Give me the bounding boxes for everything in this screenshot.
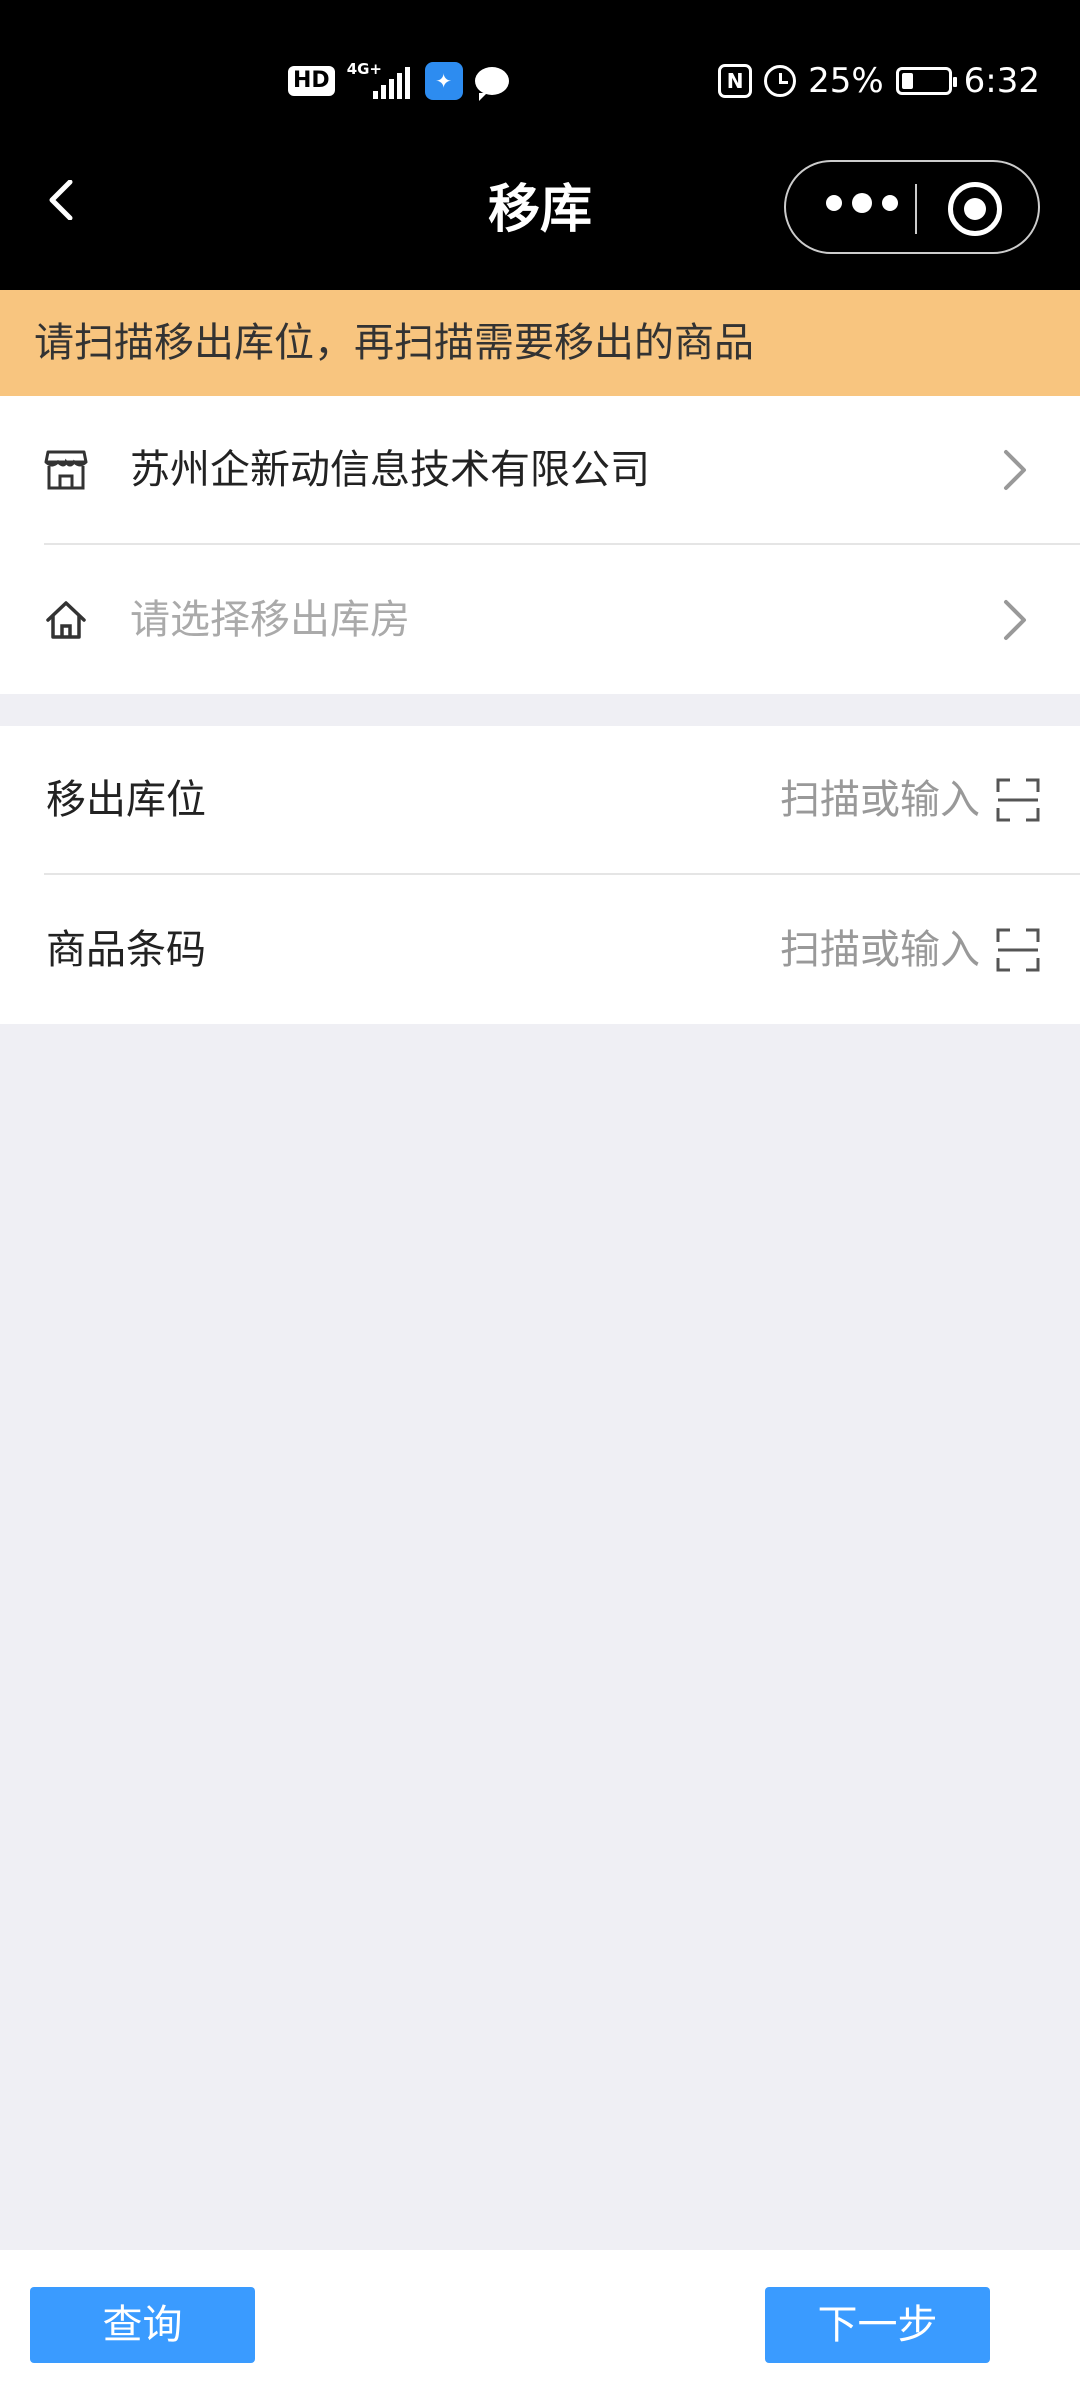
status-left: HD 4G+ ✦ [288, 56, 509, 106]
status-bar: HD 4G+ ✦ N 25% 6:32 [0, 0, 1080, 160]
barcode-label: 商品条码 [46, 927, 206, 973]
battery-percent: 25% [808, 61, 884, 101]
company-name: 苏州企新动信息技术有限公司 [130, 447, 650, 493]
nfc-icon: N [718, 64, 753, 98]
more-icon[interactable] [826, 193, 898, 213]
hd-icon: HD [288, 66, 335, 96]
chat-notification-icon [474, 67, 509, 101]
scan-icon[interactable] [996, 778, 1040, 822]
close-mini-program-icon[interactable] [948, 182, 1002, 236]
notice-banner: 请扫描移出库位，再扫描需要移出的商品 [0, 290, 1080, 396]
scan-fields-card: 移出库位 扫描或输入 商品条码 扫描或输入 [0, 726, 1080, 1024]
query-button[interactable]: 查询 [30, 2287, 255, 2363]
mini-program-capsule [784, 160, 1040, 254]
location-field[interactable]: 移出库位 扫描或输入 [0, 726, 1080, 875]
warehouse-placeholder: 请选择移出库房 [130, 597, 410, 643]
signal-icon: 4G+ [347, 61, 413, 101]
selection-card: 苏州企新动信息技术有限公司 请选择移出库房 [0, 396, 1080, 694]
row-divider [44, 543, 1080, 545]
capsule-divider [915, 184, 917, 234]
alarm-icon [764, 65, 797, 97]
chevron-right-icon [1004, 600, 1026, 640]
location-input[interactable]: 扫描或输入 [780, 726, 980, 874]
store-icon [44, 450, 88, 490]
chevron-right-icon [1004, 450, 1026, 490]
location-label: 移出库位 [46, 777, 206, 823]
company-row[interactable]: 苏州企新动信息技术有限公司 [0, 396, 1080, 545]
row-divider [44, 873, 1080, 875]
home-icon [46, 601, 86, 639]
clock: 6:32 [963, 61, 1040, 101]
warehouse-row[interactable]: 请选择移出库房 [0, 546, 1080, 694]
scan-icon[interactable] [996, 928, 1040, 972]
barcode-field[interactable]: 商品条码 扫描或输入 [0, 876, 1080, 1024]
battery-icon [895, 67, 957, 95]
barcode-input[interactable]: 扫描或输入 [780, 876, 980, 1024]
status-right: N 25% 6:32 [718, 56, 1040, 106]
app-notification-icon: ✦ [424, 62, 463, 100]
next-step-button[interactable]: 下一步 [765, 2287, 990, 2363]
